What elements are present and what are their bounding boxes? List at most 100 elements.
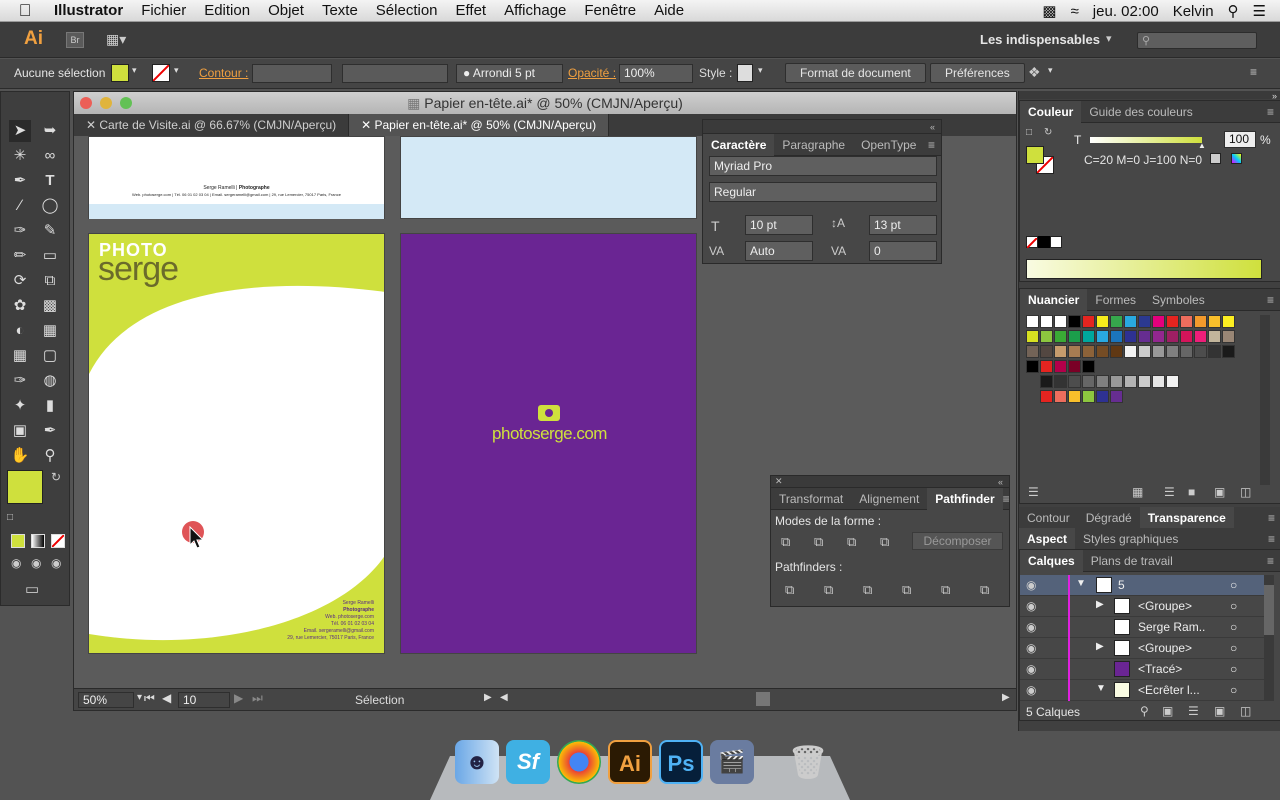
tab-couleur[interactable]: Couleur (1020, 100, 1082, 123)
tab-calques[interactable]: Calques (1020, 549, 1083, 572)
apple-icon[interactable]:  (0, 1, 50, 21)
color-spectrum[interactable] (1026, 259, 1262, 279)
swatch[interactable] (1040, 315, 1053, 328)
crop-icon[interactable]: ⧉ (902, 582, 911, 598)
tab-styles-graphiques[interactable]: Styles graphiques (1075, 528, 1186, 550)
scroll-left-icon[interactable]: ◀ (500, 692, 508, 703)
blend-tool-icon[interactable]: ◍ (39, 370, 61, 392)
swatch[interactable] (1152, 345, 1165, 358)
exclude-icon[interactable]: ⧉ (880, 534, 889, 550)
swatch[interactable] (1082, 360, 1095, 373)
tab-degrade[interactable]: Dégradé (1078, 507, 1140, 529)
swatch[interactable] (1124, 315, 1137, 328)
swatch[interactable] (1068, 375, 1081, 388)
swatch[interactable] (1222, 330, 1235, 343)
panel-menu-icon[interactable]: ≡ (1267, 554, 1280, 568)
close-window-button[interactable] (80, 97, 92, 109)
visibility-eye-icon[interactable]: ◉ (1026, 578, 1036, 592)
arrange-documents-icon[interactable]: ▦▾ (106, 31, 126, 48)
scale-tool-icon[interactable]: ⧉ (39, 270, 61, 292)
target-icon[interactable]: ○ (1230, 620, 1237, 634)
draw-inside-icon[interactable]: ◉ (51, 556, 61, 570)
lasso-tool-icon[interactable]: ∞ (39, 145, 61, 167)
wifi-icon[interactable]: ≈ (1071, 3, 1079, 20)
none-mode-icon[interactable] (51, 534, 65, 548)
swatch[interactable] (1040, 375, 1053, 388)
swatch[interactable] (1096, 345, 1109, 358)
gradient-mode-icon[interactable] (31, 534, 45, 548)
out-of-gamut-icon[interactable] (1210, 153, 1221, 164)
perspective-grid-tool-icon[interactable]: ▦ (39, 320, 61, 342)
bridge-button[interactable]: Br (66, 32, 84, 48)
swatch[interactable] (1138, 375, 1151, 388)
swatch[interactable] (1110, 390, 1123, 403)
layer-name[interactable]: 5 (1118, 578, 1125, 592)
fill-swatch[interactable] (111, 64, 129, 82)
swatch[interactable] (1040, 360, 1053, 373)
swatch[interactable] (1110, 330, 1123, 343)
layer-row[interactable]: ◉ Serge Ram.. ○ (1020, 617, 1272, 638)
swatch[interactable] (1068, 345, 1081, 358)
swatch[interactable] (1194, 345, 1207, 358)
new-sublayer-icon[interactable]: ☰ (1188, 704, 1199, 718)
pen-tool-icon[interactable]: ✒ (9, 170, 31, 192)
swatch[interactable] (1110, 315, 1123, 328)
clipping-mask-icon[interactable]: ▣ (1162, 704, 1173, 718)
font-size-field[interactable]: 10 pt (745, 215, 813, 235)
layer-name[interactable]: Serge Ram.. (1138, 620, 1205, 634)
swatch[interactable] (1180, 345, 1193, 358)
swatch[interactable] (1054, 330, 1067, 343)
minimize-window-button[interactable] (100, 97, 112, 109)
workspace-switcher[interactable]: Les indispensables (980, 32, 1100, 47)
opacity-field[interactable]: 100% (619, 64, 693, 83)
close-icon[interactable]: ✕ (771, 476, 783, 487)
chevron-down-icon[interactable]: ▾ (132, 65, 137, 76)
outline-icon[interactable]: ⧉ (941, 582, 950, 598)
panel-menu-icon[interactable]: ≡ (928, 138, 941, 152)
menu-fenetre[interactable]: Fenêtre (575, 2, 645, 19)
swatches-scrollbar[interactable] (1260, 315, 1270, 485)
free-transform-tool-icon[interactable]: ▩ (39, 295, 61, 317)
swatch[interactable] (1222, 345, 1235, 358)
visibility-eye-icon[interactable]: ◉ (1026, 641, 1036, 655)
gradient-tool-icon[interactable]: ▢ (39, 345, 61, 367)
visibility-eye-icon[interactable]: ◉ (1026, 620, 1036, 634)
graphic-style-swatch[interactable] (737, 64, 753, 82)
status-menu-arrow-icon[interactable]: ▶ (484, 692, 492, 703)
type-tool-icon[interactable]: T (39, 170, 61, 192)
target-icon[interactable]: ○ (1230, 641, 1237, 655)
default-fill-stroke-icon[interactable]: □ (1026, 127, 1032, 138)
panel-grip[interactable]: ✕ « (771, 476, 1009, 488)
imovie-icon[interactable]: 🎬 (710, 740, 754, 784)
swatch[interactable] (1026, 345, 1039, 358)
merge-icon[interactable]: ⧉ (863, 582, 872, 598)
swatch[interactable] (1166, 330, 1179, 343)
chevron-down-icon[interactable]: ▾ (758, 65, 763, 76)
mesh-tool-icon[interactable]: ▦ (9, 345, 31, 367)
swatch[interactable] (1054, 390, 1067, 403)
swatch[interactable] (1082, 330, 1095, 343)
tab-transformat[interactable]: Transformat (771, 488, 851, 510)
visibility-eye-icon[interactable]: ◉ (1026, 662, 1036, 676)
previous-artboard-icon[interactable]: ◀ (162, 691, 171, 705)
swatch[interactable] (1026, 360, 1039, 373)
close-icon[interactable]: ✕ (361, 118, 374, 132)
layer-row[interactable]: ◉ ▶ <Groupe> ○ (1020, 638, 1272, 659)
swatch[interactable] (1124, 330, 1137, 343)
new-swatch-icon[interactable]: ▣ (1214, 485, 1225, 499)
artboard-number-field[interactable]: 10 (178, 692, 230, 708)
intersect-icon[interactable]: ⧉ (847, 534, 856, 550)
line-tool-icon[interactable]: ∕ (9, 195, 31, 217)
panel-menu-icon[interactable]: ≡ (1250, 65, 1257, 79)
swatch-options-icon[interactable]: ☰ (1164, 485, 1175, 499)
swatch[interactable] (1138, 315, 1151, 328)
pencil-tool-icon[interactable]: ✎ (39, 220, 61, 242)
tint-slider[interactable] (1090, 137, 1202, 143)
menu-edition[interactable]: Edition (195, 2, 259, 19)
collapse-icon[interactable]: « (930, 122, 941, 132)
scroll-right-icon[interactable]: ▶ (1002, 692, 1010, 703)
tab-nuancier[interactable]: Nuancier (1020, 288, 1088, 311)
layer-row[interactable]: ◉ <Tracé> ○ (1020, 659, 1272, 680)
menu-affichage[interactable]: Affichage (495, 2, 575, 19)
trash-icon[interactable]: ◫ (1240, 704, 1251, 718)
